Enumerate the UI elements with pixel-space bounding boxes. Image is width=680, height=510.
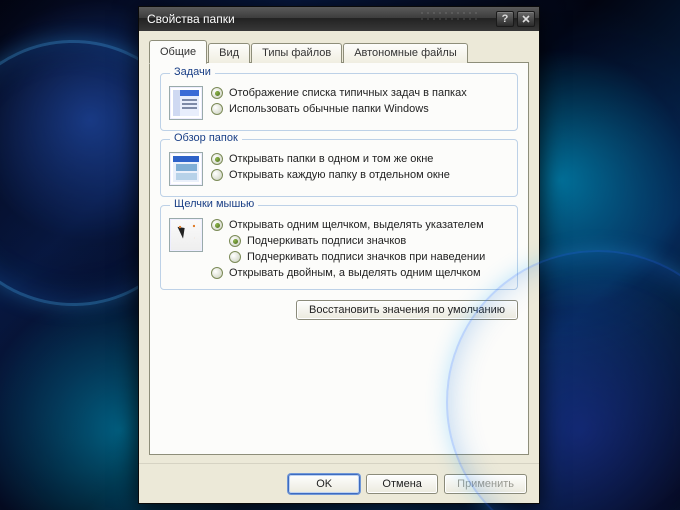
radio-label: Открывать каждую папку в отдельном окне <box>229 169 450 181</box>
group-click: Щелчки мышью Открывать одним щелчком, вы… <box>160 205 518 290</box>
tab-view[interactable]: Вид <box>208 43 250 63</box>
tab-strip: Общие Вид Типы файлов Автономные файлы <box>149 39 529 63</box>
radio-icon <box>211 267 223 279</box>
radio-icon <box>211 153 223 165</box>
radio-underline-always[interactable]: Подчеркивать подписи значков <box>229 235 509 247</box>
radio-underline-hover[interactable]: Подчеркивать подписи значков при наведен… <box>229 251 509 263</box>
help-button[interactable]: ? <box>496 11 514 27</box>
radio-new-window[interactable]: Открывать каждую папку в отдельном окне <box>211 169 509 181</box>
tab-offline-files[interactable]: Автономные файлы <box>343 43 468 63</box>
titlebar-gripper <box>419 10 479 22</box>
close-button[interactable] <box>517 11 535 27</box>
tab-general[interactable]: Общие <box>149 40 207 64</box>
client-area: Общие Вид Типы файлов Автономные файлы З… <box>139 31 539 463</box>
radio-label: Подчеркивать подписи значков <box>247 235 406 247</box>
radio-label: Использовать обычные папки Windows <box>229 103 429 115</box>
group-legend: Щелчки мышью <box>170 198 258 210</box>
ok-button[interactable]: OK <box>288 474 360 494</box>
tab-panel-general: Задачи Отображение списка типичных задач… <box>149 62 529 455</box>
tab-label: Автономные файлы <box>354 47 457 59</box>
window-title: Свойства папки <box>147 12 235 26</box>
radio-icon <box>211 219 223 231</box>
group-browse: Обзор папок Открывать папки в одном и то… <box>160 139 518 197</box>
radio-icon <box>229 235 241 247</box>
tab-file-types[interactable]: Типы файлов <box>251 43 342 63</box>
radio-label: Открывать двойным, а выделять одним щелч… <box>229 267 481 279</box>
radio-show-common-tasks[interactable]: Отображение списка типичных задач в папк… <box>211 87 509 99</box>
radio-label: Открывать папки в одном и том же окне <box>229 153 433 165</box>
radio-label: Отображение списка типичных задач в папк… <box>229 87 467 99</box>
group-tasks: Задачи Отображение списка типичных задач… <box>160 73 518 131</box>
radio-double-click[interactable]: Открывать двойным, а выделять одним щелч… <box>211 267 509 279</box>
tab-label: Вид <box>219 47 239 59</box>
group-legend: Обзор папок <box>170 132 242 144</box>
radio-icon <box>211 169 223 181</box>
radio-icon <box>211 103 223 115</box>
folder-options-window: Свойства папки ? Общие Вид Типы файлов А… <box>138 6 540 504</box>
close-icon <box>522 15 530 23</box>
radio-classic-folders[interactable]: Использовать обычные папки Windows <box>211 103 509 115</box>
dialog-button-bar: OK Отмена Применить <box>139 463 539 503</box>
radio-icon <box>229 251 241 263</box>
restore-defaults-button[interactable]: Восстановить значения по умолчанию <box>296 300 518 320</box>
mouse-click-icon <box>169 218 203 252</box>
tasks-panel-icon <box>169 86 203 120</box>
cancel-button[interactable]: Отмена <box>366 474 438 494</box>
radio-label: Открывать одним щелчком, выделять указат… <box>229 219 484 231</box>
tab-label: Общие <box>160 46 196 58</box>
radio-icon <box>211 87 223 99</box>
browse-folders-icon <box>169 152 203 186</box>
radio-single-click[interactable]: Открывать одним щелчком, выделять указат… <box>211 219 509 231</box>
group-legend: Задачи <box>170 66 215 78</box>
tab-label: Типы файлов <box>262 47 331 59</box>
radio-label: Подчеркивать подписи значков при наведен… <box>247 251 485 263</box>
title-bar[interactable]: Свойства папки ? <box>139 7 539 31</box>
apply-button[interactable]: Применить <box>444 474 527 494</box>
radio-same-window[interactable]: Открывать папки в одном и том же окне <box>211 153 509 165</box>
